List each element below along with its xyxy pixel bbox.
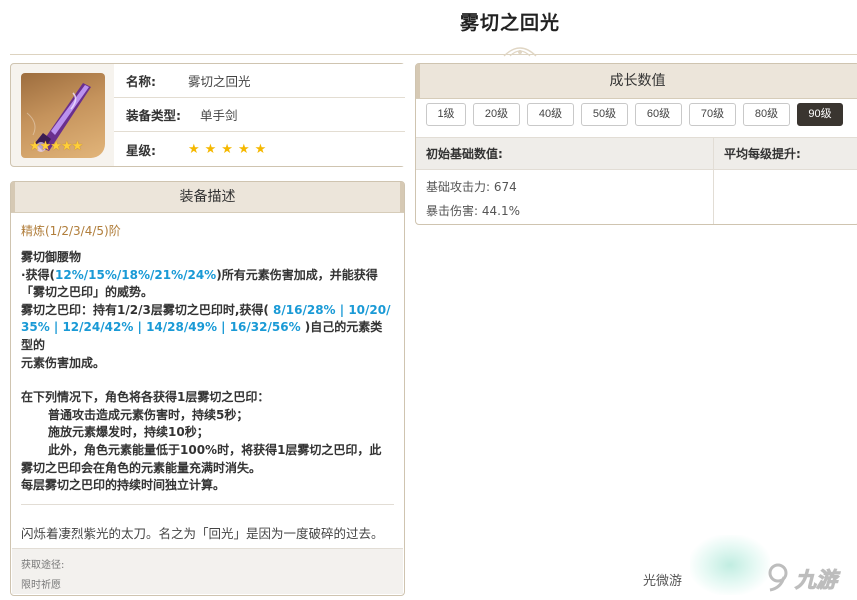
title-divider: [10, 47, 857, 60]
desc-line: 每层雾切之巴印的持续时间独立计算。: [21, 478, 226, 493]
flavor-text: 闪烁着凄烈紫光的太刀。名之为「回光」是因为一度破碎的过去。: [21, 526, 384, 541]
desc-line: 「雾切之巴印」的威势。: [21, 285, 154, 300]
level-tab-90[interactable]: 90级: [797, 103, 843, 126]
name-value: 雾切之回光: [188, 74, 251, 89]
desc-line: 雾切之巴印会在角色的元素能量充满时消失。: [21, 460, 262, 475]
column-divider: [713, 137, 714, 224]
type-label: 装备类型:: [126, 108, 181, 123]
obtain-section: 获取途径: 限时祈愿: [12, 548, 403, 594]
desc-line: 元素伤害加成。: [21, 355, 106, 370]
watermark-blur: [690, 535, 770, 595]
growth-panel: 成长数值 1级 20级 40级 50级 60级 70级 80级 90级 初始基础…: [415, 63, 857, 225]
weapon-image: ★★★★★: [21, 73, 105, 158]
base-atk: 基础攻击力: 674: [426, 180, 517, 194]
watermark-logo: 九游: [795, 568, 838, 593]
page-title: 雾切之回光: [459, 12, 560, 34]
desc-line: 此外，角色元素能量低于100%时，将获得1层雾切之巴印，此: [48, 442, 382, 457]
description-panel: 装备描述 精炼(1/2/3/4/5)阶 雾切御腰物 ·获得(12%/15%/18…: [10, 181, 405, 596]
passive-name: 雾切御腰物: [21, 250, 82, 264]
ornament-icon: [503, 47, 537, 57]
level-tab-70[interactable]: 70级: [689, 103, 736, 126]
desc-line: 施放元素爆发时，持续10秒；: [48, 425, 209, 440]
watermark-text: 光微游: [643, 574, 683, 589]
type-value: 单手剑: [200, 108, 238, 123]
crit-dmg: 暴击伤害: 44.1%: [426, 204, 520, 218]
base-stats-header: 初始基础数值:: [426, 147, 503, 161]
level-tab-1[interactable]: 1级: [426, 103, 466, 126]
desc-line: 35% | 12/24/42% | 14/28/49% | 16/32/56% …: [21, 320, 383, 352]
level-tab-60[interactable]: 60级: [635, 103, 682, 126]
obtain-value: 限时祈愿: [21, 580, 61, 591]
avg-growth-header: 平均每级提升:: [724, 147, 801, 161]
stat-header: 初始基础数值: 平均每级提升:: [416, 137, 857, 170]
desc-line: 在下列情况下，角色将各获得1层雾切之巴印：: [21, 390, 270, 405]
obtain-label: 获取途径:: [21, 560, 65, 571]
image-stars: ★★★★★: [29, 139, 83, 154]
level-tab-50[interactable]: 50级: [581, 103, 628, 126]
weapon-info-card: ★★★★★ 名称: 雾切之回光 装备类型: 单手剑 星级: ★★★★★: [10, 63, 405, 167]
level-tabs: 1级 20级 40级 50级 60级 70级 80级 90级: [426, 103, 843, 126]
info-row-type: 装备类型: 单手剑: [114, 98, 405, 132]
passive-description: 雾切御腰物 ·获得(12%/15%/18%/21%/24%)所有元素伤害加成，并…: [11, 239, 404, 495]
description-title: 装备描述: [179, 189, 236, 205]
star-label: 星级:: [126, 142, 156, 158]
desc-line: 雾切之巴印：持有1/2/3层雾切之巴印时,获得( 8/16/28% | 10/2…: [21, 302, 391, 317]
nine-game-logo-icon: [768, 563, 788, 592]
level-tab-80[interactable]: 80级: [743, 103, 790, 126]
growth-title: 成长数值: [609, 73, 666, 89]
info-row-name: 名称: 雾切之回光: [114, 64, 405, 98]
name-label: 名称:: [126, 74, 156, 89]
info-row-stars: 星级: ★★★★★: [114, 132, 405, 166]
growth-header: 成长数值: [416, 64, 857, 99]
divider: [21, 504, 394, 505]
description-header: 装备描述: [11, 182, 404, 213]
star-rating: ★★★★★: [188, 141, 272, 157]
desc-line: ·获得(12%/15%/18%/21%/24%)所有元素伤害加成，并能获得: [21, 267, 378, 282]
refine-label: 精炼(1/2/3/4/5)阶: [21, 224, 121, 238]
desc-line: 普通攻击造成元素伤害时，持续5秒；: [48, 407, 249, 422]
level-tab-40[interactable]: 40级: [527, 103, 574, 126]
level-tab-20[interactable]: 20级: [473, 103, 520, 126]
